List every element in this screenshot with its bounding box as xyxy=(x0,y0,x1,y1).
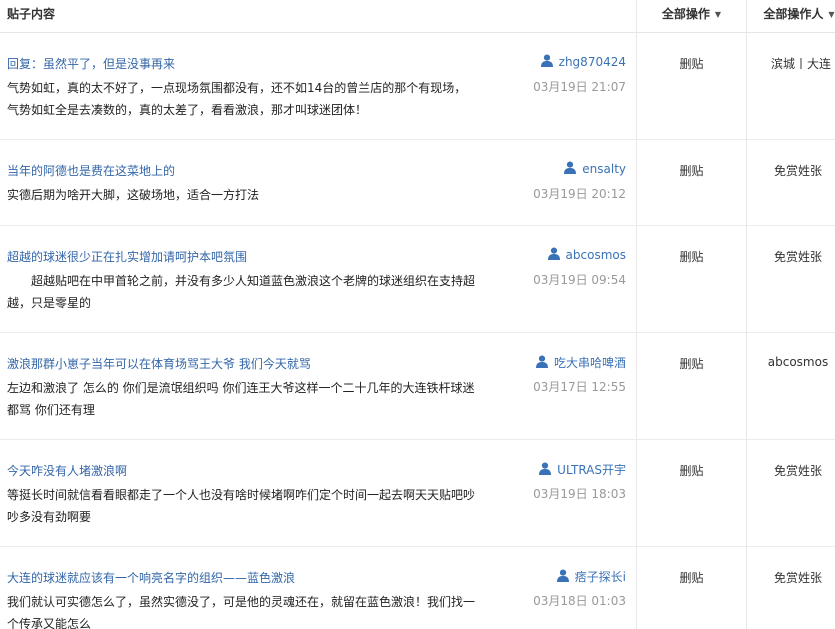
post-title-link[interactable]: 当年的阿德也是费在这菜地上的 xyxy=(7,162,175,179)
post-body: 实德后期为啥开大脚，这破场地，适合一方打法 xyxy=(7,188,260,202)
post-title-link[interactable]: 回复：虽然平了，但是没事再来 xyxy=(7,55,175,72)
post-author-name: 吃大串哈啤酒 xyxy=(553,356,626,370)
user-icon xyxy=(535,355,548,368)
post-body: 我们就认可实德怎么了，虽然实德没了，可是他的灵魂还在，就留在蓝色激浪！我们找一个… xyxy=(7,595,476,629)
delete-post-button[interactable]: 删贴 xyxy=(637,162,746,179)
table-row: 激浪那群小崽子当年可以在体育场骂王大爷 我们今天就骂 吃大串哈啤酒 03月17日… xyxy=(0,333,835,440)
delete-post-button[interactable]: 删贴 xyxy=(637,248,746,265)
post-author-link[interactable]: 痞子探长i xyxy=(556,568,626,585)
user-icon xyxy=(564,161,577,174)
post-time: 03月19日 20:12 xyxy=(533,187,626,201)
user-icon xyxy=(540,54,553,67)
post-body: 气势如虹，真的太不好了，一点现场氛围都没有，还不如14台的曾兰店的那个有现场，气… xyxy=(7,81,467,117)
post-time: 03月18日 01:03 xyxy=(533,594,626,608)
post-management-page: 贴子内容 全部操作 ▼ 全部操作人 ▼ 回复：虽然平了，但是没事再来 zhg8704… xyxy=(0,0,835,629)
post-author-name: zhg870424 xyxy=(558,55,626,69)
delete-post-button[interactable]: 删贴 xyxy=(637,569,746,586)
post-author-name: ULTRAS开宇 xyxy=(557,463,626,477)
action-filter-label: 全部操作 xyxy=(661,7,710,21)
operator-name: 免赏姓张 xyxy=(773,250,822,264)
post-body: 等挺长时间就信看看眼都走了一个人也没有啥时候堵啊咋们定个时间一起去啊天天贴吧吵吵… xyxy=(7,488,476,524)
delete-post-button[interactable]: 删贴 xyxy=(637,355,746,372)
table-row: 回复：虽然平了，但是没事再来 zhg870424 03月19日 21:07 气势… xyxy=(0,33,835,140)
table-row: 超越的球迷很少正在扎实增加请呵护本吧氛围 abcosmos 03月19日 09:… xyxy=(0,226,835,333)
post-time: 03月17日 12:55 xyxy=(533,380,626,394)
operator-name: 免赏姓张 xyxy=(773,464,822,478)
post-time: 03月19日 18:03 xyxy=(533,487,626,501)
post-title-link[interactable]: 超越的球迷很少正在扎实增加请呵护本吧氛围 xyxy=(7,248,247,265)
header-content-label: 贴子内容 xyxy=(7,7,56,21)
post-time: 03月19日 09:54 xyxy=(533,273,626,287)
operator-filter-dropdown[interactable]: 全部操作人 ▼ xyxy=(747,0,835,32)
operator-name: abcosmos xyxy=(767,355,829,369)
post-body: 左边和激浪了 怎么的 你们是流氓组织吗 你们连王大爷这样一个二十几年的大连铁杆球… xyxy=(7,381,475,417)
operator-filter-label: 全部操作人 xyxy=(763,7,824,21)
post-author-name: abcosmos xyxy=(565,248,626,262)
user-icon xyxy=(547,247,560,260)
post-author-name: 痞子探长i xyxy=(574,570,626,584)
post-author-link[interactable]: abcosmos xyxy=(547,247,626,262)
delete-post-button[interactable]: 删贴 xyxy=(637,55,746,72)
table-row: 当年的阿德也是费在这菜地上的 ensalty 03月19日 20:12 实德后期… xyxy=(0,140,835,226)
post-author-name: ensalty xyxy=(582,162,626,176)
table-row: 今天咋没有人堵激浪啊 ULTRAS开宇 03月19日 18:03 等挺长时间就信… xyxy=(0,440,835,547)
post-title-link[interactable]: 今天咋没有人堵激浪啊 xyxy=(7,462,127,479)
operator-name: 滨城丨大连 xyxy=(771,57,832,71)
post-author-link[interactable]: ensalty xyxy=(564,161,626,176)
caret-down-icon: ▼ xyxy=(714,10,722,19)
operator-name: 免赏姓张 xyxy=(773,571,822,585)
user-icon xyxy=(556,569,569,582)
post-title-link[interactable]: 激浪那群小崽子当年可以在体育场骂王大爷 我们今天就骂 xyxy=(7,355,311,372)
post-author-link[interactable]: ULTRAS开宇 xyxy=(539,461,626,478)
post-title-link[interactable]: 大连的球迷就应该有一个响亮名字的组织——蓝色激浪 xyxy=(7,569,295,586)
table-header: 贴子内容 全部操作 ▼ 全部操作人 ▼ xyxy=(0,0,835,33)
user-icon xyxy=(539,462,552,475)
action-filter-dropdown[interactable]: 全部操作 ▼ xyxy=(637,0,746,32)
post-author-link[interactable]: zhg870424 xyxy=(540,54,626,69)
caret-down-icon: ▼ xyxy=(828,10,835,19)
post-body: 超越贴吧在中甲首轮之前，并没有多少人知道蓝色激浪这个老牌的球迷组织在支持超越，只… xyxy=(7,274,476,310)
table-row: 大连的球迷就应该有一个响亮名字的组织——蓝色激浪 痞子探长i 03月18日 01… xyxy=(0,547,835,629)
post-time: 03月19日 21:07 xyxy=(533,80,626,94)
operator-name: 免赏姓张 xyxy=(773,164,822,178)
post-author-link[interactable]: 吃大串哈啤酒 xyxy=(535,354,626,371)
delete-post-button[interactable]: 删贴 xyxy=(637,462,746,479)
